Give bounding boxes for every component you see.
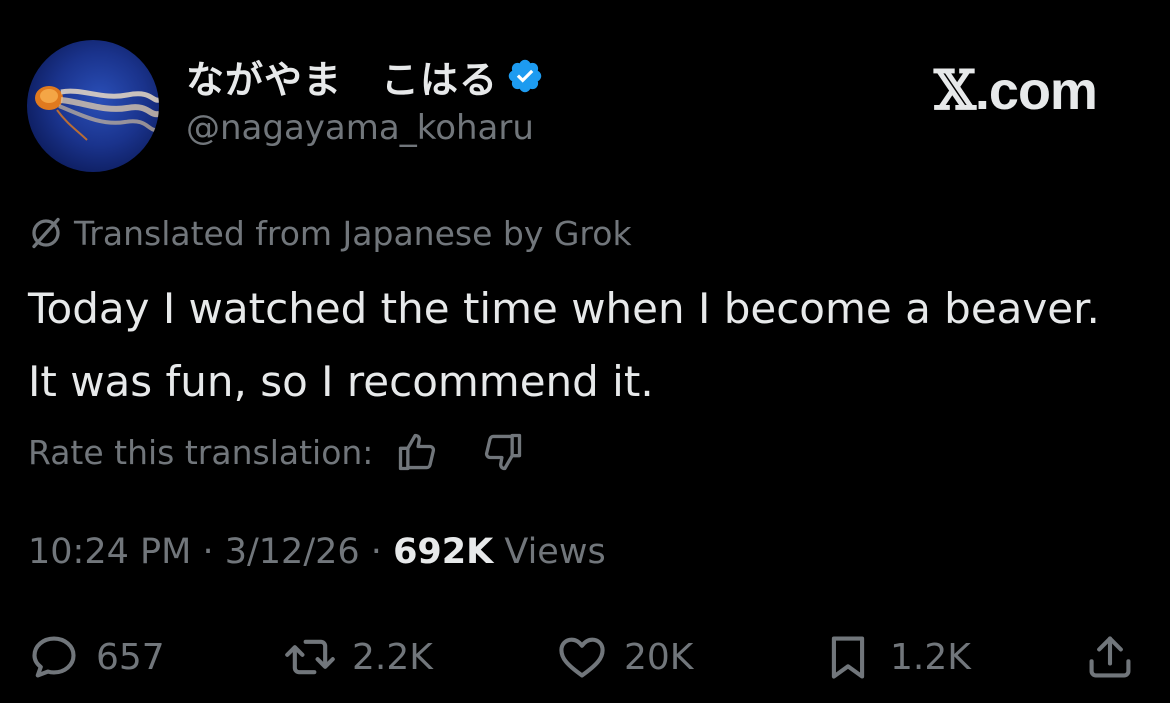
x-logo: 𝕏	[934, 58, 976, 122]
repost-button[interactable]: 2.2K	[284, 624, 433, 690]
thumbs-down-icon[interactable]	[481, 430, 525, 474]
grok-icon	[32, 217, 60, 249]
rate-translation-row: Rate this translation:	[28, 428, 525, 476]
reply-button[interactable]: 657	[28, 624, 165, 690]
thumbs-up-icon[interactable]	[395, 430, 439, 474]
views-count: 692K	[393, 532, 494, 572]
share-button[interactable]	[1084, 624, 1136, 690]
tweet-time[interactable]: 10:24 PM	[28, 532, 191, 572]
like-button[interactable]: 20K	[556, 624, 693, 690]
user-handle[interactable]: @nagayama_koharu	[186, 108, 534, 148]
reply-icon	[32, 636, 76, 678]
rate-translation-label: Rate this translation:	[28, 432, 374, 472]
reply-count: 657	[96, 636, 165, 678]
heart-icon	[559, 637, 605, 678]
verified-badge-icon	[508, 59, 542, 93]
jellyfish-icon	[35, 86, 159, 141]
tweet-screenshot: ながやま こはる @nagayama_koharu 𝕏.com Translat…	[0, 0, 1170, 703]
repost-icon	[285, 639, 335, 675]
tweet-meta: 10:24 PM · 3/12/26 · 692K Views	[28, 532, 606, 572]
meta-separator: ·	[370, 532, 382, 572]
x-com-watermark: 𝕏.com	[934, 58, 1098, 122]
bookmark-count: 1.2K	[890, 636, 971, 678]
x-domain: .com	[974, 61, 1098, 121]
translation-notice-text: Translated from Japanese by Grok	[74, 213, 632, 253]
share-icon	[1089, 636, 1131, 678]
bookmark-icon	[831, 636, 865, 679]
repost-count: 2.2K	[352, 636, 433, 678]
bookmark-button[interactable]: 1.2K	[822, 624, 971, 690]
tweet-date[interactable]: 3/12/26	[225, 532, 360, 572]
translation-notice: Translated from Japanese by Grok	[28, 212, 632, 254]
name-row: ながやま こはる	[186, 50, 544, 102]
avatar[interactable]	[27, 40, 159, 172]
like-count: 20K	[624, 636, 694, 678]
tweet-text: Today I watched the time when I become a…	[28, 284, 1100, 406]
display-name[interactable]: ながやま こはる	[186, 49, 498, 104]
meta-separator: ·	[202, 532, 214, 572]
action-bar: 657 2.2K 20K 1.2K	[0, 624, 1170, 690]
views-label: Views	[504, 532, 606, 572]
